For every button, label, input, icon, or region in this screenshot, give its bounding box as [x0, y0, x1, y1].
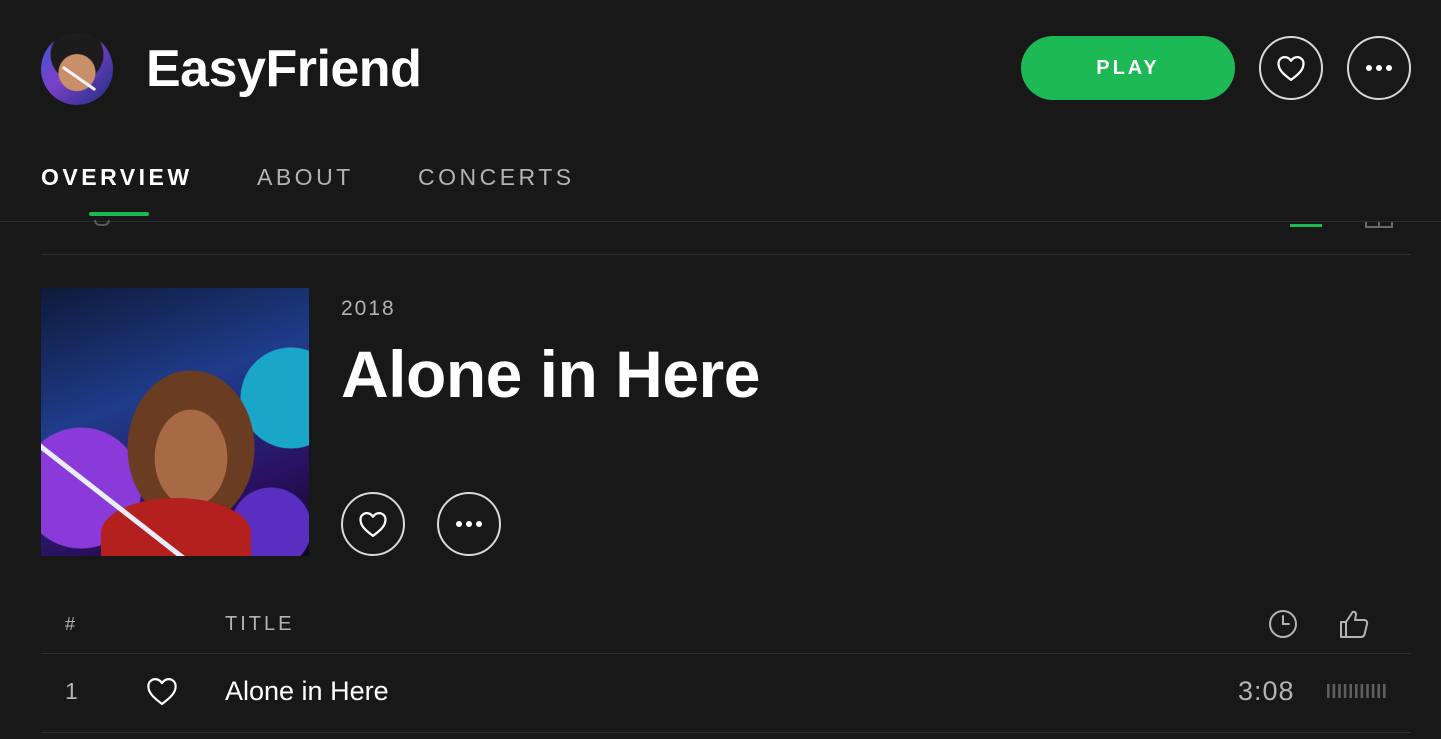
album-save-button[interactable]: [341, 492, 405, 556]
album-more-button[interactable]: [437, 492, 501, 556]
artist-page: EasyFriend PLAY OVERVIEW ABOUT CONCERTS: [0, 0, 1441, 739]
heart-icon[interactable]: [145, 676, 179, 706]
popularity-tick: [1360, 684, 1364, 698]
track-row[interactable]: 1 Alone in Here 3:08: [41, 654, 1411, 732]
row-divider: [41, 732, 1411, 733]
popularity-tick: [1355, 684, 1358, 698]
popularity-tick: [1366, 684, 1369, 698]
section-divider: [41, 254, 1411, 255]
thumbs-up-icon[interactable]: [1337, 607, 1371, 641]
artist-header: EasyFriend PLAY OVERVIEW ABOUT CONCERTS: [0, 0, 1441, 222]
heart-icon: [1277, 56, 1305, 81]
clock-icon[interactable]: [1267, 608, 1299, 640]
column-number: #: [65, 614, 76, 634]
tab-about[interactable]: ABOUT: [257, 164, 354, 191]
more-icon: [456, 521, 482, 527]
play-button[interactable]: PLAY: [1021, 36, 1235, 100]
popularity-tick: [1371, 684, 1375, 698]
tab-overview[interactable]: OVERVIEW: [41, 164, 193, 191]
scrolled-content-fragment: [94, 220, 110, 226]
header-divider: [0, 221, 1441, 222]
popularity-tick: [1332, 684, 1336, 698]
popularity-tick: [1377, 684, 1380, 698]
more-options-button[interactable]: [1347, 36, 1411, 100]
active-tab-indicator: [89, 212, 149, 216]
album-title[interactable]: Alone in Here: [341, 336, 760, 412]
track-title[interactable]: Alone in Here: [225, 676, 389, 707]
artist-name: EasyFriend: [146, 40, 422, 98]
column-title[interactable]: TITLE: [225, 613, 294, 636]
artist-avatar: [41, 33, 113, 105]
track-duration: 3:08: [1238, 676, 1295, 706]
grid-view-toggle[interactable]: [1365, 222, 1393, 228]
follow-button[interactable]: [1259, 36, 1323, 100]
tab-concerts[interactable]: CONCERTS: [418, 164, 575, 191]
popularity-tick: [1383, 684, 1386, 698]
popularity-tick: [1338, 684, 1341, 698]
album-year: 2018: [341, 297, 396, 320]
popularity-tick: [1343, 684, 1347, 698]
heart-icon: [359, 512, 387, 537]
popularity-tick: [1349, 684, 1352, 698]
track-number: 1: [65, 678, 78, 704]
track-list-header: # TITLE: [41, 600, 1411, 652]
popularity-tick: [1327, 684, 1330, 698]
album-cover[interactable]: [41, 288, 309, 556]
popularity-bar: [1327, 684, 1386, 698]
list-view-toggle[interactable]: [1290, 224, 1322, 227]
more-icon: [1366, 65, 1392, 71]
